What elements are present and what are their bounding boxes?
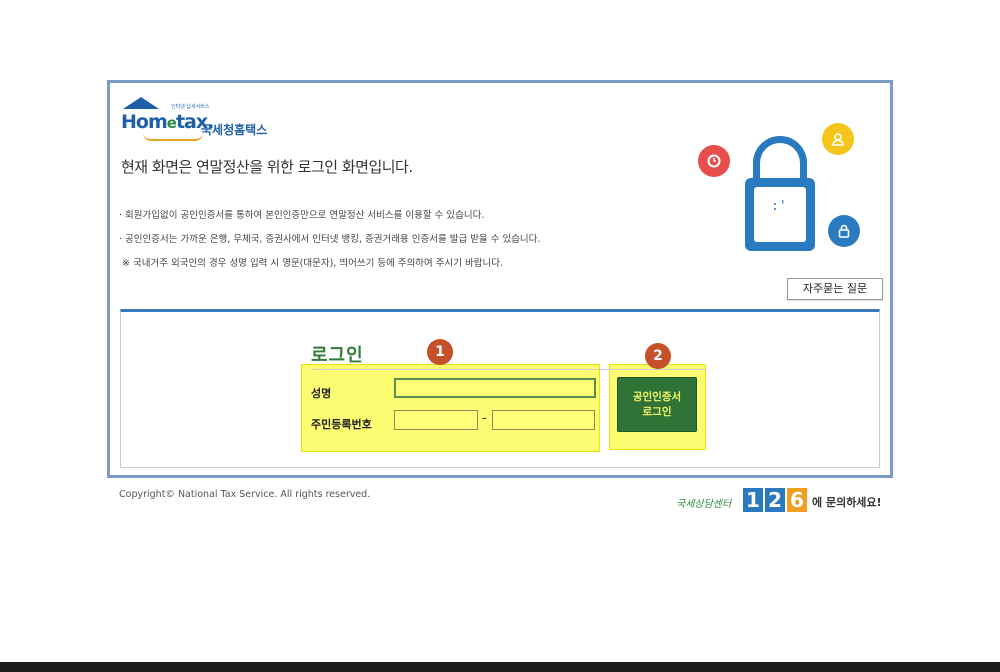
copyright-text: Copyright© National Tax Service. All rig… — [119, 489, 371, 500]
clock-icon — [698, 145, 730, 177]
house-roof-icon — [123, 97, 159, 109]
center-prefix: 국세상담센터 — [676, 499, 732, 510]
step-badge-1: 1 — [427, 339, 453, 365]
user-icon — [822, 123, 854, 155]
notice-item: · 회원가입없이 공인인증서를 통하여 본인인증만으로 연말정산 서비스를 이용… — [119, 210, 485, 221]
padlock-face: :' — [754, 187, 806, 242]
hometax-logo[interactable]: 인터넷 납세서비스 Hometax. 국세청홈택스 — [121, 95, 301, 141]
login-divider — [311, 369, 707, 370]
login-frame: 인터넷 납세서비스 Hometax. 국세청홈택스 현재 화면은 연말정산을 위… — [107, 80, 893, 478]
cert-login-label-1: 공인인증서 — [632, 391, 682, 403]
center-digit-1: 1 — [743, 488, 763, 512]
taskbar — [0, 662, 1000, 672]
cert-login-button[interactable]: 공인인증서 로그인 — [617, 377, 697, 432]
padlock-illustration: :' — [695, 118, 885, 258]
notice-item: ※ 국내거주 외국인의 경우 성명 입력 시 영문(대문자), 띄어쓰기 등에 … — [122, 258, 504, 269]
notice-item: · 공인인증서는 가까운 은행, 우체국, 증권사에서 인터넷 뱅킹, 증권거래… — [119, 234, 541, 245]
rrn-front-input[interactable] — [394, 410, 478, 430]
name-label: 성명 — [311, 387, 332, 400]
logo-brand: Hometax. — [121, 111, 214, 133]
lock-icon — [828, 215, 860, 247]
logo-korean-name: 국세청홈택스 — [201, 123, 268, 137]
login-title: 로그인 — [311, 345, 364, 366]
logo-tagline: 인터넷 납세서비스 — [171, 104, 210, 110]
intro-section: 인터넷 납세서비스 Hometax. 국세청홈택스 현재 화면은 연말정산을 위… — [110, 83, 890, 309]
center-suffix: 에 문의하세요! — [812, 496, 882, 509]
page-headline: 현재 화면은 연말정산을 위한 로그인 화면입니다. — [121, 158, 413, 176]
center-digit-3: 6 — [787, 488, 807, 512]
name-input[interactable] — [394, 378, 596, 398]
padlock-body: :' — [745, 178, 815, 251]
rrn-back-input[interactable] — [492, 410, 595, 430]
center-digit-2: 2 — [765, 488, 785, 512]
cert-login-label-2: 로그인 — [642, 406, 672, 418]
step-badge-2: 2 — [645, 343, 671, 369]
rrn-label: 주민등록번호 — [311, 418, 372, 431]
login-panel: 로그인 성명 주민등록번호 - 공인인증서 로그인 1 2 — [120, 309, 880, 468]
logo-swoosh — [143, 133, 203, 141]
rrn-dash: - — [482, 411, 487, 426]
notice-list: · 회원가입없이 공인인증서를 통하여 본인인증만으로 연말정산 서비스를 이용… — [119, 204, 540, 276]
tax-center-126-banner[interactable]: 국세상담센터 1 2 6 에 문의하세요! — [676, 486, 886, 514]
faq-button[interactable]: 자주묻는 질문 — [787, 278, 883, 300]
